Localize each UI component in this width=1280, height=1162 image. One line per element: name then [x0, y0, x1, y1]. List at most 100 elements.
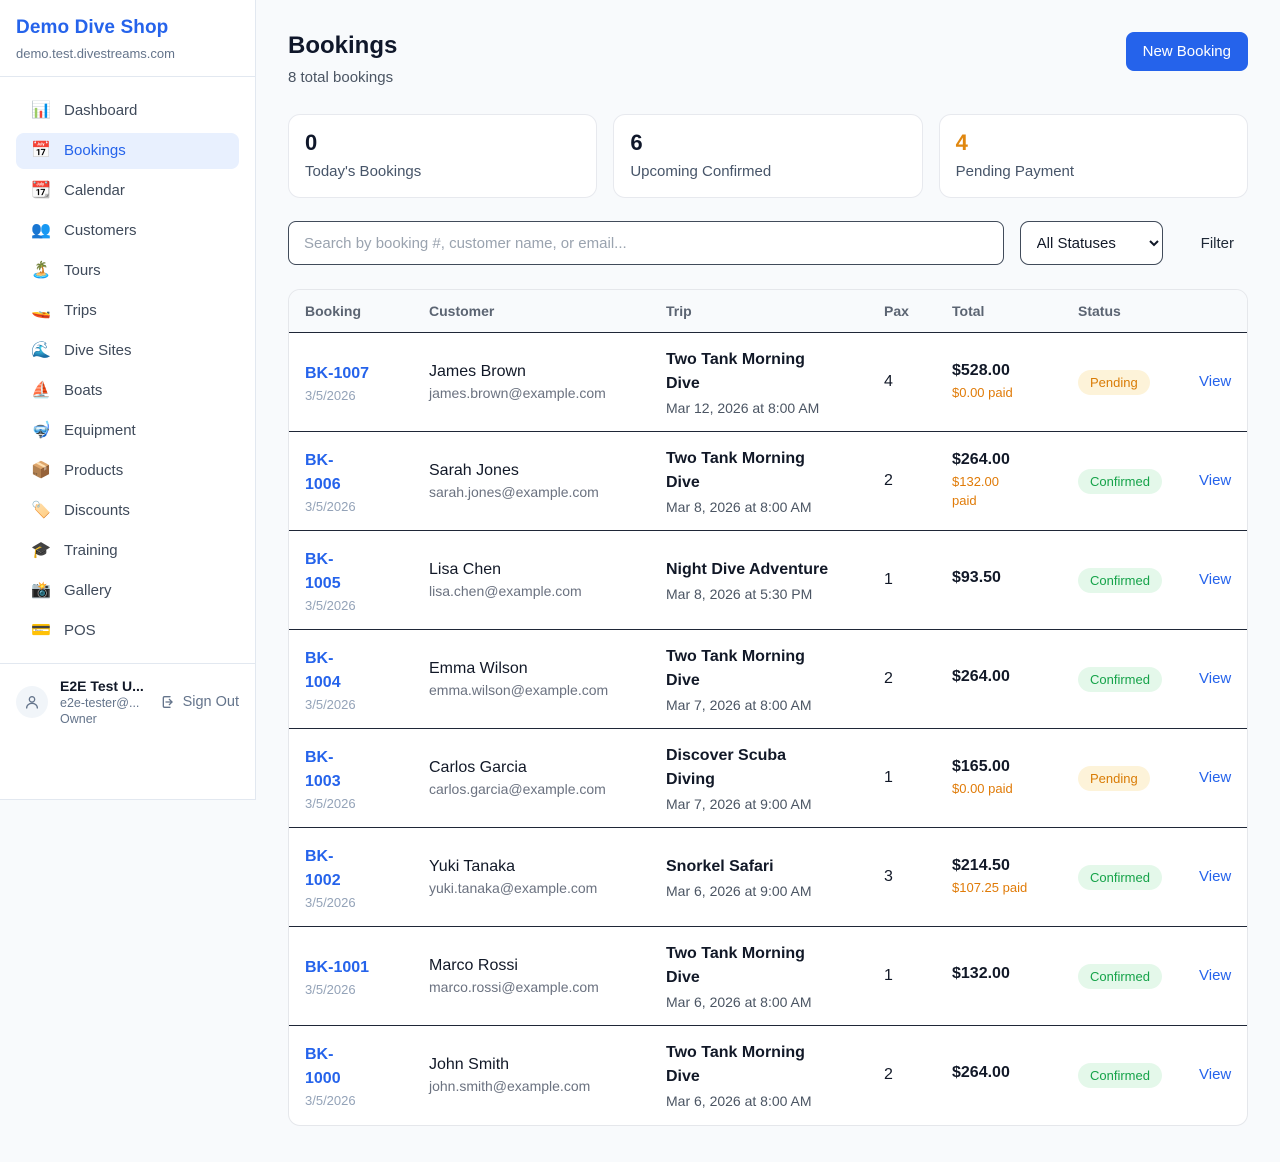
paid-amount: $0.00 paid	[952, 780, 1046, 799]
nav-item-label: Equipment	[64, 421, 136, 441]
total-amount: $214.50	[952, 857, 1046, 875]
sidebar-item[interactable]: 📊 Dashboard	[16, 93, 239, 129]
view-link[interactable]: View	[1199, 472, 1231, 489]
col-total: Total	[936, 290, 1062, 333]
stat-value: 6	[630, 130, 905, 156]
paid-amount: $0.00 paid	[952, 384, 1046, 403]
nav-item-icon: 📊	[31, 101, 51, 121]
person-icon	[24, 694, 40, 710]
customer-email: marco.rossi@example.com	[429, 979, 634, 995]
view-link[interactable]: View	[1199, 373, 1231, 390]
sidebar-item[interactable]: 📸 Gallery	[16, 573, 239, 609]
sidebar-item[interactable]: 🏝️ Tours	[16, 253, 239, 289]
bookings-table-card: Booking Customer Trip Pax Total Status B…	[288, 289, 1248, 1126]
sidebar-item[interactable]: 📅 Bookings	[16, 133, 239, 169]
view-link[interactable]: View	[1199, 769, 1231, 786]
main-content: Bookings 8 total bookings New Booking 0 …	[288, 0, 1248, 1126]
booking-id-link[interactable]: BK- 1004	[305, 647, 397, 695]
sidebar-item[interactable]: 📆 Calendar	[16, 173, 239, 209]
nav-item-icon: 📅	[31, 141, 51, 161]
status-badge: Confirmed	[1078, 667, 1162, 692]
status-badge: Confirmed	[1078, 1063, 1162, 1088]
stat-label: Today's Bookings	[305, 163, 580, 180]
view-link[interactable]: View	[1199, 967, 1231, 984]
trip-datetime: Mar 12, 2026 at 8:00 AM	[666, 400, 852, 416]
customer-email: lisa.chen@example.com	[429, 583, 634, 599]
sidebar-item[interactable]: 👥 Customers	[16, 213, 239, 249]
sidebar-item[interactable]: 🏷️ Discounts	[16, 493, 239, 529]
booking-date: 3/5/2026	[305, 796, 397, 811]
nav-item-icon: 💳	[31, 621, 51, 641]
booking-id-link[interactable]: BK- 1006	[305, 449, 397, 497]
search-input[interactable]	[288, 221, 1004, 265]
view-link[interactable]: View	[1199, 670, 1231, 687]
booking-id-link[interactable]: BK-1007	[305, 362, 397, 386]
sidebar-item[interactable]: 🌊 Dive Sites	[16, 333, 239, 369]
sidebar-item[interactable]: 💳 POS	[16, 613, 239, 649]
pax-count: 3	[884, 868, 893, 885]
total-amount: $165.00	[952, 758, 1046, 776]
pax-count: 2	[884, 1066, 893, 1083]
total-amount: $528.00	[952, 362, 1046, 380]
view-link[interactable]: View	[1199, 571, 1231, 588]
total-amount: $132.00	[952, 965, 1046, 983]
sidebar-item[interactable]: 🤿 Equipment	[16, 413, 239, 449]
customer-name: Carlos Garcia	[429, 759, 634, 777]
booking-id-link[interactable]: BK- 1003	[305, 746, 397, 794]
col-pax: Pax	[868, 290, 936, 333]
nav-item-label: Customers	[64, 221, 137, 241]
table-row: BK- 1003 3/5/2026 Carlos Garcia carlos.g…	[289, 729, 1247, 828]
booking-id-link[interactable]: BK- 1005	[305, 548, 397, 596]
view-link[interactable]: View	[1199, 868, 1231, 885]
nav-item-icon: 🤿	[31, 421, 51, 441]
sidebar-item[interactable]: ⛵ Boats	[16, 373, 239, 409]
nav-item-label: Dive Sites	[64, 341, 132, 361]
trip-name: Two Tank Morning Dive	[666, 942, 852, 990]
total-amount: $264.00	[952, 451, 1046, 469]
trip-name: Night Dive Adventure	[666, 558, 852, 582]
pax-count: 1	[884, 571, 893, 588]
nav-item-icon: 📸	[31, 581, 51, 601]
status-badge: Confirmed	[1078, 865, 1162, 890]
pax-count: 1	[884, 967, 893, 984]
nav-item-label: POS	[64, 621, 96, 641]
nav-item-label: Products	[64, 461, 123, 481]
nav-item-icon: 📆	[31, 181, 51, 201]
trip-datetime: Mar 8, 2026 at 8:00 AM	[666, 499, 852, 515]
table-row: BK- 1002 3/5/2026 Yuki Tanaka yuki.tanak…	[289, 828, 1247, 927]
customer-name: Marco Rossi	[429, 957, 634, 975]
nav-item-label: Dashboard	[64, 101, 137, 121]
trip-name: Snorkel Safari	[666, 855, 852, 879]
nav-item-label: Training	[64, 541, 118, 561]
stat-card-todays-bookings: 0 Today's Bookings	[288, 114, 597, 198]
status-badge: Pending	[1078, 766, 1150, 791]
sidebar-item[interactable]: 📦 Products	[16, 453, 239, 489]
nav-item-icon: 👥	[31, 221, 51, 241]
sidebar-item[interactable]: 🎓 Training	[16, 533, 239, 569]
sidebar-header: Demo Dive Shop demo.test.divestreams.com	[0, 0, 255, 77]
nav-item-icon: 🏷️	[31, 501, 51, 521]
customer-email: emma.wilson@example.com	[429, 682, 634, 698]
customer-email: john.smith@example.com	[429, 1078, 634, 1094]
trip-name: Discover Scuba Diving	[666, 744, 852, 792]
view-link[interactable]: View	[1199, 1066, 1231, 1083]
new-booking-button[interactable]: New Booking	[1126, 32, 1248, 71]
customer-email: carlos.garcia@example.com	[429, 781, 634, 797]
booking-date: 3/5/2026	[305, 388, 397, 403]
nav-item-icon: 🌊	[31, 341, 51, 361]
status-select[interactable]: All Statuses	[1020, 221, 1163, 265]
table-row: BK- 1006 3/5/2026 Sarah Jones sarah.jone…	[289, 432, 1247, 531]
logout-icon	[160, 694, 176, 710]
booking-id-link[interactable]: BK- 1002	[305, 845, 397, 893]
table-header-row: Booking Customer Trip Pax Total Status	[289, 290, 1247, 333]
nav-item-label: Discounts	[64, 501, 130, 521]
pax-count: 2	[884, 472, 893, 489]
booking-id-link[interactable]: BK- 1000	[305, 1043, 397, 1091]
table-row: BK- 1000 3/5/2026 John Smith john.smith@…	[289, 1026, 1247, 1125]
booking-id-link[interactable]: BK-1001	[305, 956, 397, 980]
sign-out-button[interactable]: Sign Out	[160, 694, 239, 710]
filter-button[interactable]: Filter	[1187, 227, 1248, 260]
status-badge: Pending	[1078, 370, 1150, 395]
customer-email: yuki.tanaka@example.com	[429, 880, 634, 896]
sidebar-item[interactable]: 🚤 Trips	[16, 293, 239, 329]
